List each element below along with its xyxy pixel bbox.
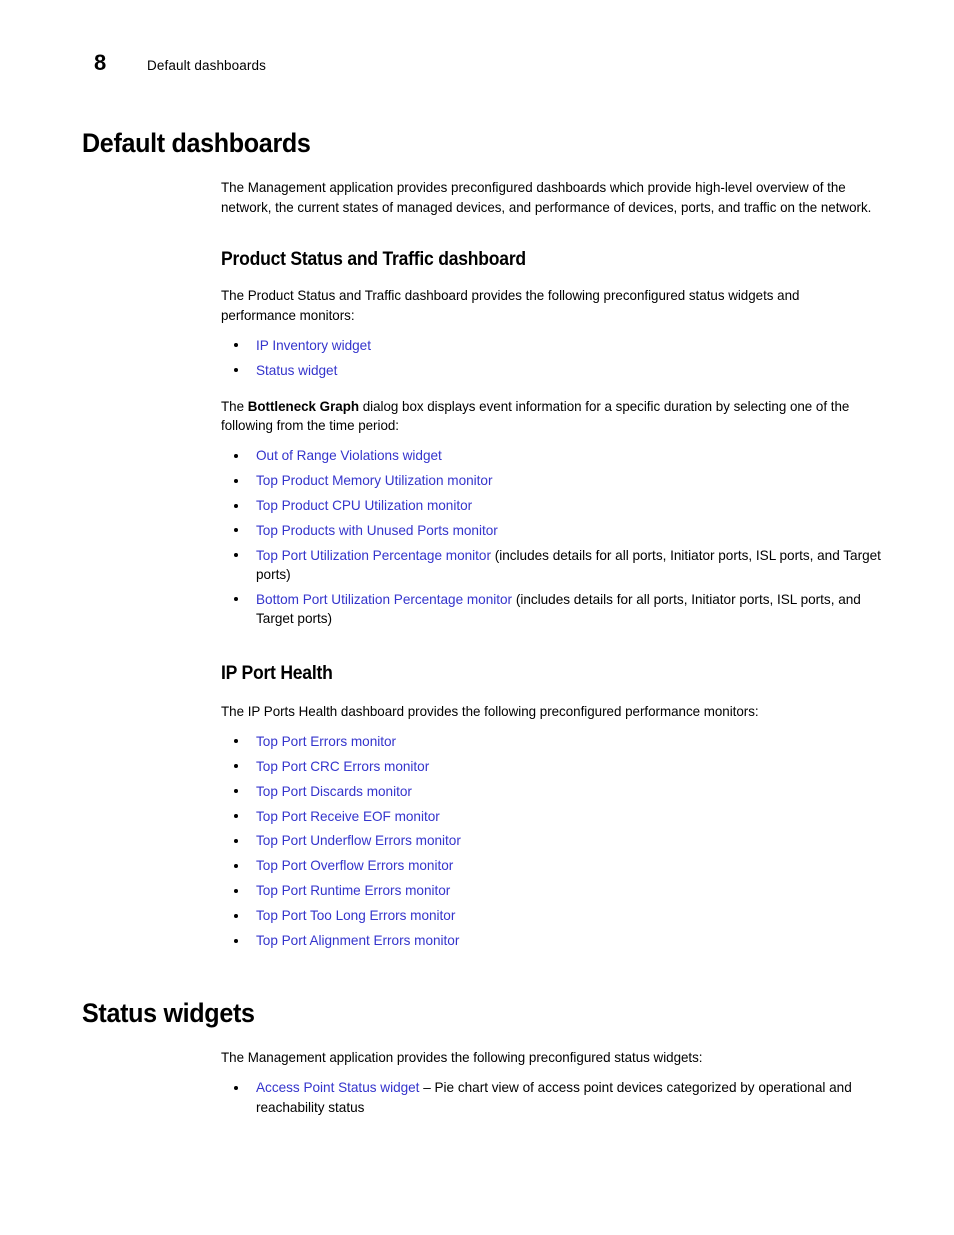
list-item: Access Point Status widget – Pie chart v… bbox=[221, 1078, 882, 1117]
list-bottleneck-options: Out of Range Violations widget Top Produ… bbox=[221, 446, 882, 628]
bullet-icon bbox=[234, 913, 238, 918]
bullet-icon bbox=[234, 888, 238, 893]
link-top-products-with-unused-ports-monitor[interactable]: Top Products with Unused Ports monitor bbox=[256, 523, 498, 538]
bullet-icon bbox=[234, 814, 238, 819]
link-access-point-status-widget[interactable]: Access Point Status widget bbox=[256, 1080, 419, 1095]
bottleneck-graph-term: Bottleneck Graph bbox=[247, 398, 360, 414]
list-item: Out of Range Violations widget bbox=[221, 446, 882, 465]
section-heading: IP Port Health bbox=[221, 662, 333, 685]
list-item: Bottom Port Utilization Percentage monit… bbox=[221, 590, 882, 629]
list-item: Top Port Receive EOF monitor bbox=[221, 807, 882, 826]
list-item: Top Port Runtime Errors monitor bbox=[221, 881, 882, 900]
list-item: Top Port Utilization Percentage monitor … bbox=[221, 546, 882, 585]
link-top-port-runtime-errors-monitor[interactable]: Top Port Runtime Errors monitor bbox=[256, 883, 450, 898]
running-header: 8 Default dashboards bbox=[94, 52, 266, 74]
link-top-port-receive-eof-monitor[interactable]: Top Port Receive EOF monitor bbox=[256, 809, 440, 824]
link-bottom-port-utilization-percentage-monitor[interactable]: Bottom Port Utilization Percentage monit… bbox=[256, 592, 512, 607]
list-item: IP Inventory widget bbox=[221, 336, 882, 355]
bullet-icon bbox=[234, 739, 238, 744]
chapter-intro-paragraph: The Management application provides prec… bbox=[221, 180, 872, 215]
page-number: 8 bbox=[94, 50, 107, 75]
bullet-icon bbox=[234, 478, 238, 483]
bullet-icon bbox=[234, 764, 238, 769]
link-top-product-cpu-utilization-monitor[interactable]: Top Product CPU Utilization monitor bbox=[256, 498, 472, 513]
link-status-widget[interactable]: Status widget bbox=[256, 363, 337, 378]
bullet-icon bbox=[234, 938, 238, 943]
bullet-icon bbox=[234, 597, 238, 602]
list-widgets: IP Inventory widget Status widget bbox=[221, 336, 882, 380]
list-item: Top Port Overflow Errors monitor bbox=[221, 856, 882, 875]
section-status-widgets: The Management application provides the … bbox=[221, 1048, 882, 1117]
link-top-port-discards-monitor[interactable]: Top Port Discards monitor bbox=[256, 784, 412, 799]
bullet-icon bbox=[234, 528, 238, 533]
bullet-icon bbox=[234, 343, 238, 348]
page-title: Default dashboards bbox=[82, 128, 311, 158]
bullet-icon bbox=[234, 863, 238, 868]
link-top-port-too-long-errors-monitor[interactable]: Top Port Too Long Errors monitor bbox=[256, 908, 455, 923]
paragraph-pre: The bbox=[221, 398, 248, 414]
page-content: Default dashboards The Management applic… bbox=[82, 128, 882, 1123]
bottleneck-graph-paragraph: The Bottleneck Graph dialog box displays… bbox=[221, 397, 872, 436]
link-top-port-crc-errors-monitor[interactable]: Top Port CRC Errors monitor bbox=[256, 759, 429, 774]
link-top-port-errors-monitor[interactable]: Top Port Errors monitor bbox=[256, 734, 396, 749]
list-item: Top Product CPU Utilization monitor bbox=[221, 496, 882, 515]
section-intro-paragraph: The IP Ports Health dashboard provides t… bbox=[221, 703, 759, 719]
list-item: Top Port Discards monitor bbox=[221, 782, 882, 801]
bullet-icon bbox=[234, 789, 238, 794]
list-item: Top Port Alignment Errors monitor bbox=[221, 931, 882, 950]
list-item: Top Products with Unused Ports monitor bbox=[221, 521, 882, 540]
link-top-product-memory-utilization-monitor[interactable]: Top Product Memory Utilization monitor bbox=[256, 473, 492, 488]
running-header-title: Default dashboards bbox=[147, 58, 266, 73]
link-top-port-underflow-errors-monitor[interactable]: Top Port Underflow Errors monitor bbox=[256, 833, 461, 848]
bullet-icon bbox=[234, 368, 238, 373]
list-item: Top Port Too Long Errors monitor bbox=[221, 906, 882, 925]
list-status-widgets: Access Point Status widget – Pie chart v… bbox=[221, 1078, 882, 1117]
list-ip-port-health-monitors: Top Port Errors monitor Top Port CRC Err… bbox=[221, 732, 882, 950]
section-intro-paragraph: The Product Status and Traffic dashboard… bbox=[221, 288, 800, 323]
list-item: Top Product Memory Utilization monitor bbox=[221, 471, 882, 490]
section-intro-paragraph: The Management application provides the … bbox=[221, 1050, 703, 1066]
bullet-icon bbox=[234, 838, 238, 843]
section-heading: Product Status and Traffic dashboard bbox=[221, 247, 526, 270]
bullet-icon bbox=[234, 453, 238, 458]
document-page: 8 Default dashboards Default dashboards … bbox=[0, 0, 954, 1235]
bullet-icon bbox=[234, 553, 238, 558]
link-top-port-alignment-errors-monitor[interactable]: Top Port Alignment Errors monitor bbox=[256, 933, 459, 948]
list-item: Status widget bbox=[221, 361, 882, 380]
section-ip-port-health: IP Port Health The IP Ports Health dashb… bbox=[221, 662, 882, 950]
link-top-port-overflow-errors-monitor[interactable]: Top Port Overflow Errors monitor bbox=[256, 858, 453, 873]
link-top-port-utilization-percentage-monitor[interactable]: Top Port Utilization Percentage monitor bbox=[256, 548, 491, 563]
chapter-intro-block: The Management application provides prec… bbox=[221, 178, 882, 217]
list-item: Top Port CRC Errors monitor bbox=[221, 757, 882, 776]
bullet-icon bbox=[234, 503, 238, 508]
link-out-of-range-violations-widget[interactable]: Out of Range Violations widget bbox=[256, 448, 442, 463]
section-product-status-and-traffic-dashboard: Product Status and Traffic dashboard The… bbox=[221, 248, 882, 629]
link-ip-inventory-widget[interactable]: IP Inventory widget bbox=[256, 338, 371, 353]
list-item: Top Port Errors monitor bbox=[221, 732, 882, 751]
page-title-status-widgets: Status widgets bbox=[82, 997, 255, 1028]
list-item: Top Port Underflow Errors monitor bbox=[221, 831, 882, 850]
bullet-icon bbox=[234, 1085, 238, 1090]
